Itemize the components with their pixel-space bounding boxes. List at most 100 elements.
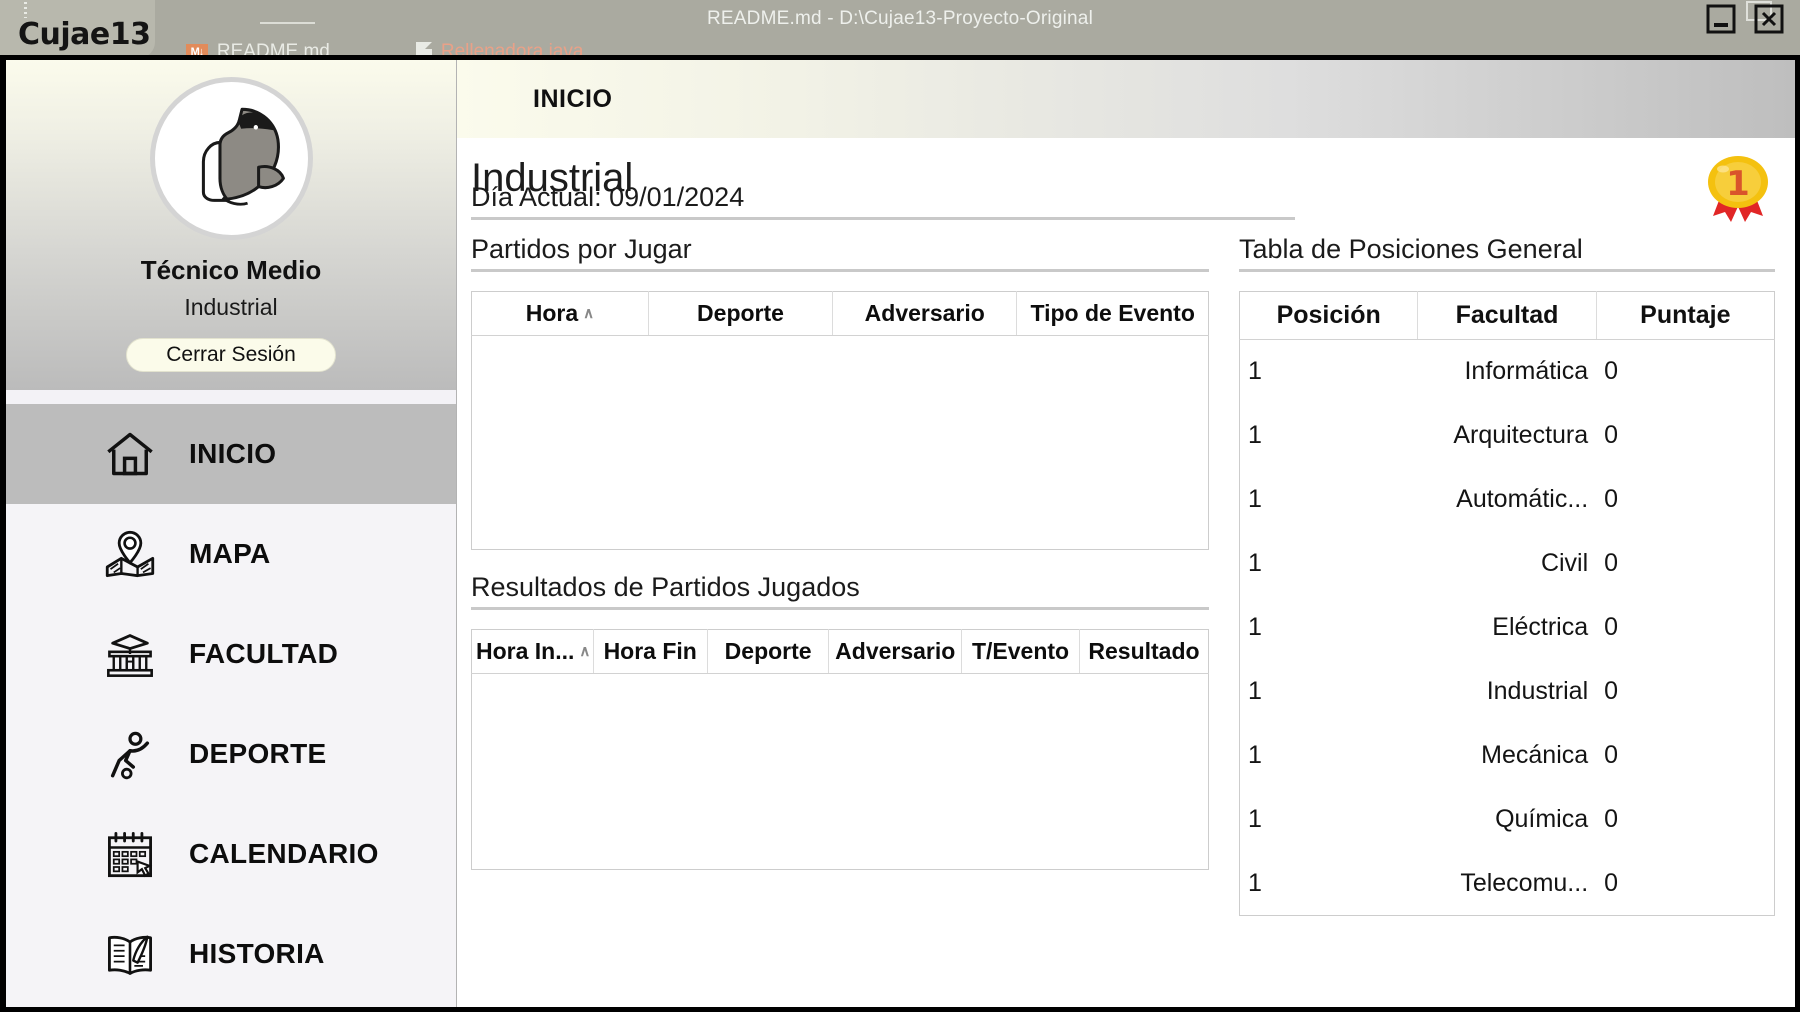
column-header-posicion[interactable]: Posición	[1239, 291, 1419, 340]
empty-row	[472, 336, 1209, 550]
main-header: INICIO	[457, 60, 1795, 138]
standings-cell-facultad: Industrial	[1486, 677, 1589, 705]
section-divider	[471, 607, 1209, 610]
first-place-medal-icon: 1	[1699, 152, 1777, 224]
standings-cell-puntaje: 0	[1604, 677, 1619, 705]
sort-ascending-icon: ∧	[583, 305, 595, 322]
sidebar-item-deporte[interactable]: DEPORTE	[6, 704, 456, 804]
sidebar-item-mapa[interactable]: MAPA	[6, 504, 456, 604]
column-header-tipo-evento[interactable]: Tipo de Evento	[1016, 291, 1209, 336]
main-content: INICIO Industrial 1 Día Actual: 09/01/20…	[457, 60, 1795, 1007]
sidebar-item-label: CALENDARIO	[189, 838, 379, 869]
standings-cell-posicion: 1	[1248, 613, 1262, 641]
standings-cell-facultad: Civil	[1540, 549, 1589, 577]
section-divider	[471, 269, 1209, 272]
standings-cell-facultad: Automátic...	[1456, 485, 1589, 513]
standings-cell-posicion: 1	[1248, 549, 1262, 577]
column-header-hora-inicio[interactable]: Hora In... ∧	[471, 629, 594, 674]
dolphin-logo-icon	[162, 90, 300, 228]
sidebar-item-calendario[interactable]: CALENDARIO	[6, 804, 456, 904]
table-row[interactable]: 1 Telecomu... 0	[1240, 852, 1775, 916]
table-row[interactable]: 1 Química 0	[1240, 788, 1775, 852]
standings-cell-posicion: 1	[1248, 421, 1262, 449]
calendar-icon	[101, 825, 159, 883]
column-header-deporte[interactable]: Deporte	[707, 629, 830, 674]
standings-table[interactable]: Posición Facultad Puntaje 1 Informática 0 1…	[1239, 291, 1775, 916]
sidebar-item-label: FACULTAD	[189, 638, 339, 669]
profile-faculty: Industrial	[184, 294, 278, 320]
table-row[interactable]: 1 Eléctrica 0	[1240, 596, 1775, 660]
column-header-resultado[interactable]: Resultado	[1079, 629, 1209, 674]
standings-cell-facultad: Informática	[1464, 357, 1589, 386]
sidebar-item-label: HISTORIA	[189, 938, 325, 969]
ide-window-title: README.md - D:\Cujae13-Proyecto-Original	[706, 8, 1093, 29]
standings-cell-puntaje: 0	[1604, 549, 1619, 577]
sidebar-profile-panel: Técnico Medio Industrial Cerrar Sesión	[6, 60, 456, 390]
table-row[interactable]: 1 Informática 0	[1240, 340, 1775, 404]
close-icon[interactable]	[1752, 2, 1786, 36]
sidebar-item-label: MAPA	[189, 538, 271, 569]
upcoming-matches-body	[472, 336, 1209, 550]
column-header-deporte[interactable]: Deporte	[648, 291, 834, 336]
sidebar-item-label: DEPORTE	[189, 738, 327, 769]
standings-cell-posicion: 1	[1248, 485, 1262, 513]
column-header-puntaje[interactable]: Puntaje	[1596, 291, 1775, 340]
current-day-label: Día Actual: 09/01/2024	[471, 182, 745, 212]
standings-title: Tabla de Posiciones General	[1239, 234, 1583, 264]
standings-cell-facultad: Química	[1495, 805, 1589, 833]
standings-cell-puntaje: 0	[1604, 613, 1619, 641]
sidebar-nav: INICIO MAPA FACULTAD DEPORTE CALENDARIO …	[6, 404, 456, 1007]
sports-icon	[101, 725, 159, 783]
standings-cell-facultad: Mecánica	[1481, 741, 1589, 769]
table-row[interactable]: 1 Automátic... 0	[1240, 468, 1775, 532]
title-bar-separator	[260, 22, 315, 24]
column-header-tipo-evento[interactable]: T/Evento	[961, 629, 1080, 674]
standings-body: 1 Informática 0 1 Arquitectura 0 1 Automátic...…	[1240, 340, 1775, 916]
table-row[interactable]: 1 Industrial 0	[1240, 660, 1775, 724]
column-header-adversario[interactable]: Adversario	[832, 291, 1018, 336]
cujae13-app-window: Técnico Medio Industrial Cerrar Sesión I…	[0, 55, 1800, 1012]
table-row[interactable]: 1 Civil 0	[1240, 532, 1775, 596]
sidebar-item-facultad[interactable]: FACULTAD	[6, 604, 456, 704]
sidebar: Técnico Medio Industrial Cerrar Sesión I…	[6, 60, 457, 1007]
sort-ascending-icon: ∧	[579, 643, 591, 660]
content-columns: Partidos por Jugar Hora ∧ Deporte Adversa…	[457, 234, 1795, 1007]
table-header-row: Hora In... ∧ Hora Fin Deporte Adversario …	[471, 629, 1209, 674]
standings-cell-facultad: Telecomu...	[1460, 868, 1589, 897]
home-icon	[101, 425, 159, 483]
standings-cell-posicion: 1	[1248, 677, 1262, 705]
standings-cell-facultad: Arquitectura	[1453, 421, 1589, 449]
sidebar-divider	[6, 390, 456, 404]
minimize-icon[interactable]	[1704, 2, 1738, 36]
left-column: Partidos por Jugar Hora ∧ Deporte Adversa…	[457, 234, 1229, 1007]
column-header-facultad[interactable]: Facultad	[1417, 291, 1597, 340]
played-results-table[interactable]: Hora In... ∧ Hora Fin Deporte Adversario …	[471, 629, 1209, 870]
standings-cell-posicion: 1	[1248, 357, 1262, 386]
played-results-title: Resultados de Partidos Jugados	[471, 572, 860, 602]
standings-cell-posicion: 1	[1248, 805, 1262, 833]
university-icon	[101, 625, 159, 683]
drag-handle-dots-icon[interactable]	[24, 2, 27, 18]
book-quill-icon	[101, 925, 159, 983]
column-header-adversario[interactable]: Adversario	[828, 629, 963, 674]
app-logo-text: Cujae13	[18, 17, 151, 52]
table-row[interactable]: 1 Arquitectura 0	[1240, 404, 1775, 468]
logout-button[interactable]: Cerrar Sesión	[126, 338, 336, 372]
standings-cell-puntaje: 0	[1604, 421, 1619, 449]
standings-cell-puntaje: 0	[1604, 805, 1619, 833]
upcoming-matches-table[interactable]: Hora ∧ Deporte Adversario Tipo de Evento	[471, 291, 1209, 550]
sidebar-item-inicio[interactable]: INICIO	[6, 404, 456, 504]
avatar	[149, 77, 313, 240]
table-header-row: Posición Facultad Puntaje	[1239, 291, 1775, 340]
standings-cell-posicion: 1	[1248, 868, 1262, 897]
column-header-hora-fin[interactable]: Hora Fin	[593, 629, 708, 674]
section-divider	[471, 217, 1295, 220]
ide-title-bar: README.md - D:\Cujae13-Proyecto-Original	[0, 0, 1800, 38]
sidebar-item-historia[interactable]: HISTORIA	[6, 904, 456, 1004]
column-header-hora[interactable]: Hora ∧	[471, 291, 649, 336]
standings-cell-posicion: 1	[1248, 741, 1262, 769]
main-body: Industrial 1 Día Actual: 09/01/2024 Part…	[457, 138, 1795, 1007]
sidebar-item-label: INICIO	[189, 438, 277, 469]
table-row[interactable]: 1 Mecánica 0	[1240, 724, 1775, 788]
table-header-row: Hora ∧ Deporte Adversario Tipo de Evento	[471, 291, 1209, 336]
